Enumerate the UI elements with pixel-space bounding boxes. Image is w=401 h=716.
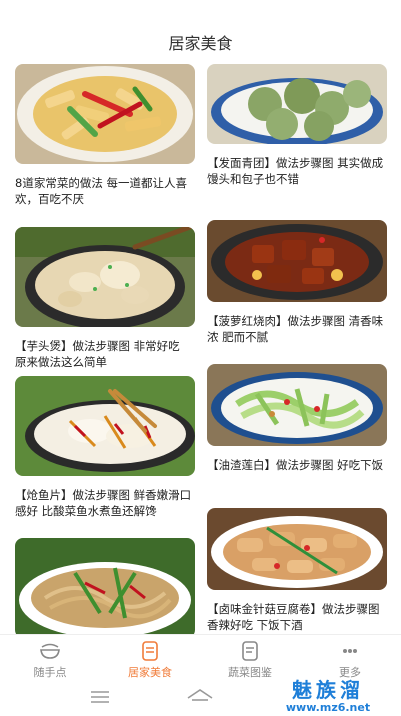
app-header: 居家美食	[0, 0, 401, 58]
stir-fried-bamboo-shoots-photo	[15, 64, 195, 164]
green-buns-photo	[207, 64, 387, 144]
tab-label: 随手点	[33, 666, 67, 679]
tab-jujiameishi[interactable]: 居家美食	[110, 641, 190, 680]
tab-suishoudian[interactable]: 随手点	[10, 641, 90, 680]
document-icon	[142, 641, 158, 661]
home-icon[interactable]	[186, 688, 214, 706]
recipe-image-pork[interactable]	[207, 220, 387, 302]
recipe-title: 【菠萝红烧肉】做法步骤图 清香味浓 肥而不腻	[207, 314, 384, 344]
recipe-title: 【炝鱼片】做法步骤图 鲜香嫩滑口感好 比酸菜鱼水煮鱼还解馋	[15, 488, 192, 518]
recipe-image-fish[interactable]	[15, 376, 195, 476]
recipe-feed[interactable]: 8道家常菜的做法 每一道都让人喜欢，百吃不厌 【芋头煲】做法步骤图 非常好吃 原…	[0, 58, 401, 634]
recipe-image-taro[interactable]	[15, 227, 195, 327]
recipe-title: 8道家常菜的做法 每一道都让人喜欢，百吃不厌	[15, 176, 187, 206]
spicy-fish-fillet-photo	[15, 376, 195, 476]
book-icon	[242, 641, 258, 661]
recipe-card[interactable]: 【芋头煲】做法步骤图 非常好吃 原来做法这么简单	[15, 227, 195, 370]
recipe-image-cabbage[interactable]	[207, 364, 387, 446]
tab-label: 居家美食	[128, 666, 172, 679]
recipe-card[interactable]: 【菠萝红烧肉】做法步骤图 清香味浓 肥而不腻	[207, 220, 387, 345]
watermark-main-text: 魅族溜	[292, 678, 364, 702]
watermark-url: www.mz6.net	[285, 701, 371, 714]
tab-more[interactable]: 更多	[310, 641, 390, 680]
recipe-image-bamboo[interactable]	[15, 64, 195, 164]
enoki-tofu-rolls-photo	[207, 508, 387, 590]
recipe-card[interactable]: 【发面青团】做法步骤图 其实做成馒头和包子也不错	[207, 64, 387, 187]
recipe-card[interactable]	[15, 538, 195, 634]
braised-pork-photo	[207, 220, 387, 302]
bowl-icon	[40, 643, 60, 659]
tab-shucaitujian[interactable]: 蔬菜图鉴	[210, 641, 290, 680]
recipe-card[interactable]: 【油渣莲白】做法步骤图 好吃下饭	[207, 364, 387, 473]
stir-fried-noodles-photo	[15, 538, 195, 634]
recipe-title: 【卤味金针菇豆腐卷】做法步骤图 香辣好吃 下饭下酒	[207, 602, 380, 632]
taro-pot-photo	[15, 227, 195, 327]
bottom-tab-bar: 随手点 居家美食 蔬菜图鉴 更多	[0, 634, 401, 680]
cabbage-stir-fry-photo	[207, 364, 387, 446]
page-title: 居家美食	[168, 34, 233, 53]
more-icon	[343, 649, 357, 653]
site-watermark: 魅族溜 www.mz6.net	[262, 678, 394, 714]
menu-icon[interactable]	[90, 690, 110, 704]
recipe-image-enoki[interactable]	[207, 508, 387, 590]
recipe-title: 【发面青团】做法步骤图 其实做成馒头和包子也不错	[207, 156, 384, 186]
recipe-card[interactable]: 【炝鱼片】做法步骤图 鲜香嫩滑口感好 比酸菜鱼水煮鱼还解馋	[15, 376, 195, 519]
recipe-image-noodles[interactable]	[15, 538, 195, 634]
recipe-image-buns[interactable]	[207, 64, 387, 144]
recipe-card[interactable]: 8道家常菜的做法 每一道都让人喜欢，百吃不厌	[15, 64, 195, 207]
recipe-card[interactable]: 【卤味金针菇豆腐卷】做法步骤图 香辣好吃 下饭下酒	[207, 508, 387, 633]
recipe-title: 【芋头煲】做法步骤图 非常好吃 原来做法这么简单	[15, 339, 180, 369]
recipe-title: 【油渣莲白】做法步骤图 好吃下饭	[207, 458, 384, 472]
